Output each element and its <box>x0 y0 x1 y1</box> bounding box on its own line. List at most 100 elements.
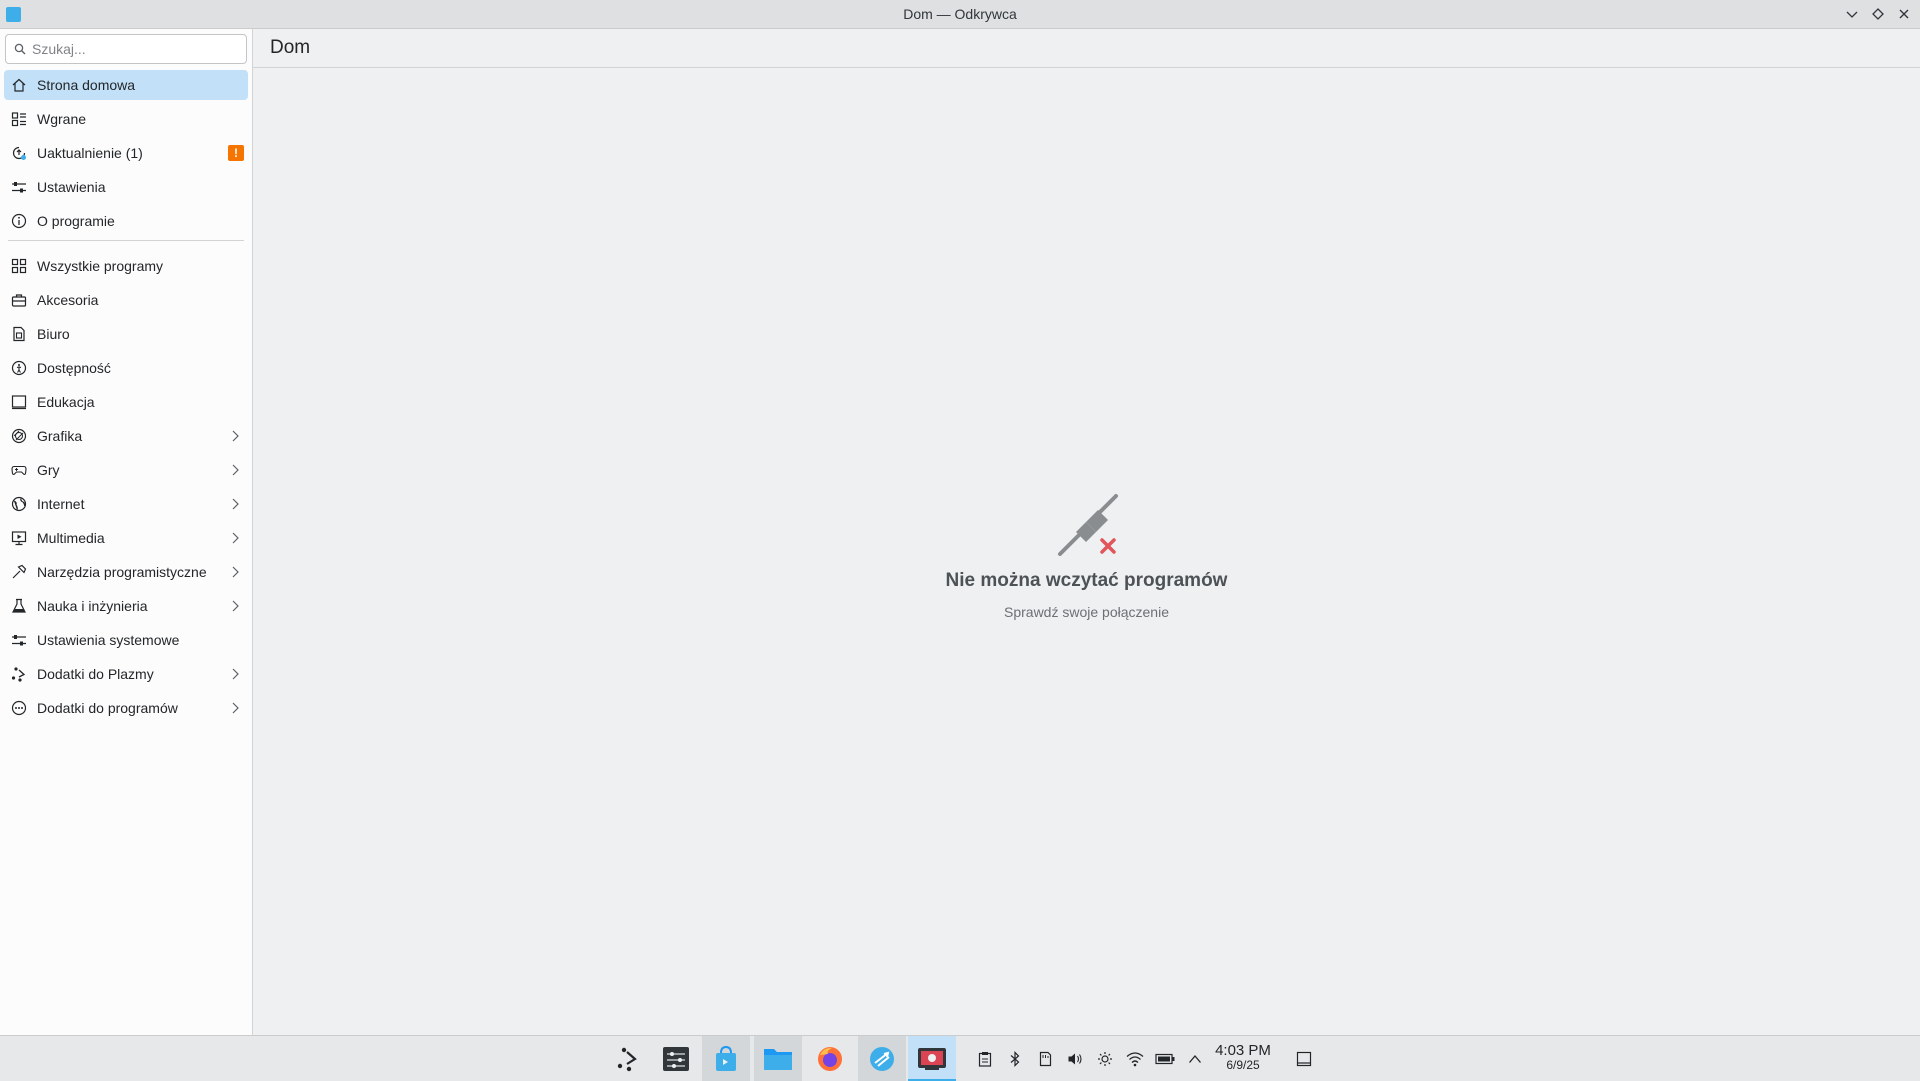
sidebar-item-internet[interactable]: Internet <box>4 489 248 519</box>
close-button[interactable] <box>1894 4 1914 24</box>
chevron-right-icon <box>232 498 239 510</box>
installed-list-icon <box>10 110 28 128</box>
taskbar-app-discover[interactable] <box>702 1036 750 1081</box>
taskbar-app-file-manager[interactable] <box>754 1036 802 1081</box>
sidebar-item-label: Biuro <box>37 326 70 342</box>
diamond-icon <box>1872 8 1884 20</box>
hammer-icon <box>10 563 28 581</box>
sidebar-item-label: Wszystkie programy <box>37 258 164 274</box>
tray-storage[interactable] <box>1030 1036 1060 1081</box>
tray-battery[interactable] <box>1150 1036 1180 1081</box>
system-tray <box>970 1036 1210 1081</box>
sidebar: Strona domowa Wgrane Uaktualnienie (1) !… <box>0 29 253 1035</box>
search-input[interactable] <box>30 40 234 58</box>
kde-connect-icon <box>870 1046 894 1071</box>
tray-volume[interactable] <box>1060 1036 1090 1081</box>
monitor-icon <box>10 529 28 547</box>
sidebar-item-label: Wgrane <box>37 111 87 127</box>
clock-time: 4:03 PM <box>1215 1042 1271 1059</box>
sidebar-item-label: O programie <box>37 213 115 229</box>
sidebar-item-accessibility[interactable]: Dostępność <box>4 353 248 383</box>
show-desktop-button[interactable] <box>1286 1036 1322 1081</box>
sd-card-icon <box>1039 1051 1051 1066</box>
page-header: Dom <box>253 29 1920 68</box>
error-subtitle: Sprawdź swoje połączenie <box>1004 604 1169 620</box>
discover-shopping-bag-icon <box>716 1045 736 1071</box>
tray-network[interactable] <box>1120 1036 1150 1081</box>
clipboard-icon <box>978 1051 992 1067</box>
error-title: Nie można wczytać programów <box>945 570 1228 591</box>
office-icon <box>10 325 28 343</box>
toolbox-icon <box>10 291 28 309</box>
tray-brightness[interactable] <box>1090 1036 1120 1081</box>
sidebar-item-accessories[interactable]: Akcesoria <box>4 285 248 315</box>
page-title: Dom <box>270 37 311 58</box>
speaker-icon <box>1068 1053 1082 1064</box>
chevron-right-icon <box>232 600 239 612</box>
chevron-right-icon <box>232 430 239 442</box>
tray-expand[interactable] <box>1180 1036 1210 1081</box>
accessibility-icon <box>10 359 28 377</box>
taskbar-app-launcher[interactable] <box>604 1036 652 1081</box>
sidebar-item-label: Nauka i inżynieria <box>37 598 148 614</box>
sidebar-item-office[interactable]: Biuro <box>4 319 248 349</box>
search-box[interactable] <box>5 34 247 64</box>
sidebar-item-settings[interactable]: Ustawienia <box>4 172 248 202</box>
sidebar-item-multimedia[interactable]: Multimedia <box>4 523 248 553</box>
minimize-button[interactable] <box>1842 4 1862 24</box>
close-icon <box>1899 9 1909 19</box>
firefox-icon <box>818 1046 842 1071</box>
chevron-down-icon <box>1846 11 1858 18</box>
sidebar-item-label: Edukacja <box>37 394 95 410</box>
digital-clock[interactable]: 4:03 PM 6/9/25 <box>1208 1042 1278 1072</box>
sidebar-item-education[interactable]: Edukacja <box>4 387 248 417</box>
disconnected-plug-icon <box>1057 494 1118 556</box>
chevron-right-icon <box>232 566 239 578</box>
settings-sliders-icon <box>10 178 28 196</box>
folder-icon <box>764 1048 792 1070</box>
sidebar-item-label: Gry <box>37 462 60 478</box>
show-desktop-icon <box>1296 1051 1312 1066</box>
sidebar-item-label: Multimedia <box>37 530 105 546</box>
error-placeholder: Nie można wczytać programów Sprawdź swoj… <box>253 488 1920 620</box>
sidebar-item-about[interactable]: O programie <box>4 206 248 236</box>
sidebar-item-label: Internet <box>37 496 85 512</box>
sidebar-item-science[interactable]: Nauka i inżynieria <box>4 591 248 621</box>
maximize-button[interactable] <box>1868 4 1888 24</box>
sidebar-item-label: Dodatki do programów <box>37 700 178 716</box>
sidebar-item-updates[interactable]: Uaktualnienie (1) ! <box>4 138 248 168</box>
sidebar-item-all-apps[interactable]: Wszystkie programy <box>4 251 248 281</box>
screenshot-camera-icon <box>918 1047 946 1070</box>
globe-icon <box>10 495 28 513</box>
addons-icon <box>10 699 28 717</box>
taskbar-app-spectacle[interactable] <box>908 1036 956 1081</box>
tray-clipboard[interactable] <box>970 1036 1000 1081</box>
sidebar-item-plasma-addons[interactable]: Dodatki do Plazmy <box>4 659 248 689</box>
window-title: Dom — Odkrywca <box>903 6 1017 22</box>
taskbar-app-kde-connect[interactable] <box>858 1036 906 1081</box>
battery-icon <box>1155 1053 1175 1064</box>
system-monitor-icon <box>663 1046 689 1071</box>
sidebar-item-app-addons[interactable]: Dodatki do programów <box>4 693 248 723</box>
sidebar-item-system-settings[interactable]: Ustawienia systemowe <box>4 625 248 655</box>
tray-bluetooth[interactable] <box>1000 1036 1030 1081</box>
sidebar-item-games[interactable]: Gry <box>4 455 248 485</box>
clock-date: 6/9/25 <box>1226 1058 1260 1072</box>
sidebar-item-home[interactable]: Strona domowa <box>4 70 248 100</box>
taskbar-app-firefox[interactable] <box>806 1036 854 1081</box>
sidebar-item-installed[interactable]: Wgrane <box>4 104 248 134</box>
wifi-icon <box>1126 1051 1144 1066</box>
sidebar-item-development[interactable]: Narzędzia programistyczne <box>4 557 248 587</box>
taskbar-app-system-monitor[interactable] <box>652 1036 700 1081</box>
bluetooth-icon <box>1010 1050 1020 1067</box>
sidebar-item-label: Dostępność <box>37 360 111 376</box>
sidebar-item-graphics[interactable]: Grafika <box>4 421 248 451</box>
info-icon <box>10 212 28 230</box>
grid-icon <box>10 257 28 275</box>
home-icon <box>10 76 28 94</box>
main-content: Nie można wczytać programów Sprawdź swoj… <box>253 68 1920 1035</box>
education-icon <box>10 393 28 411</box>
sidebar-item-label: Uaktualnienie (1) <box>37 145 143 161</box>
sidebar-item-label: Grafika <box>37 428 83 444</box>
sidebar-item-label: Narzędzia programistyczne <box>37 564 207 580</box>
